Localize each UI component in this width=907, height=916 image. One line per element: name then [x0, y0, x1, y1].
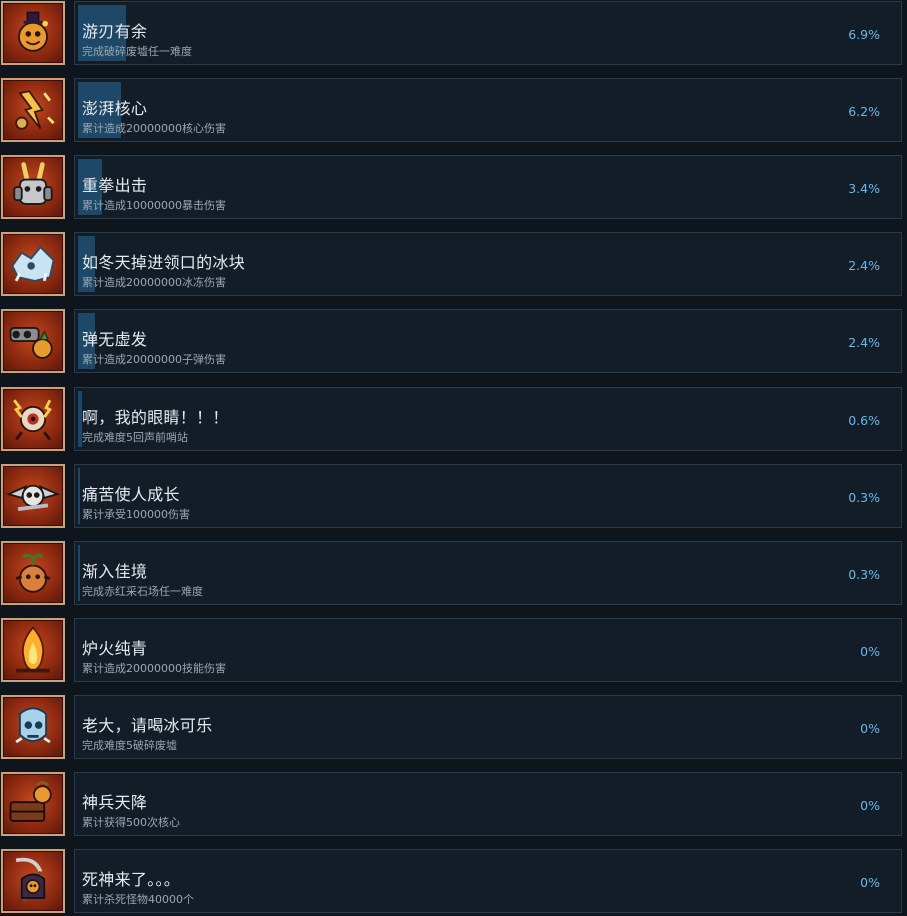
- achievement-row[interactable]: 澎湃核心累计造成20000000核心伤害 6.2%: [0, 77, 907, 145]
- achievement-row[interactable]: 啊，我的眼睛！！！ 完成难度5回声前哨站 0.6%: [0, 386, 907, 454]
- achievement-row[interactable]: 游刃有余完成破碎废墟任一难度 6.9%: [0, 0, 907, 68]
- achievement-title: 死神来了。。。: [82, 870, 181, 889]
- achievement-panel: 游刃有余完成破碎废墟任一难度 6.9%: [74, 1, 902, 65]
- achievement-panel: 啊，我的眼睛！！！ 完成难度5回声前哨站 0.6%: [74, 387, 902, 451]
- reaper-icon: [1, 849, 65, 913]
- unlock-percentage: 0%: [860, 875, 880, 890]
- achievement-row[interactable]: 渐入佳境完成赤红采石场任一难度 0.3%: [0, 540, 907, 608]
- achievement-row[interactable]: 死神来了。。。累计杀死怪物40000个 0%: [0, 848, 907, 916]
- achievement-description: 累计造成20000000子弹伤害: [82, 353, 226, 366]
- achievement-title: 游刃有余: [82, 22, 148, 41]
- unlock-percentage: 2.4%: [848, 335, 880, 350]
- achievement-panel: 炉火纯青累计造成20000000技能伤害 0%: [74, 618, 902, 682]
- achievement-panel: 重拳出击累计造成10000000暴击伤害 3.4%: [74, 155, 902, 219]
- achievement-row[interactable]: 弹无虚发累计造成20000000子弹伤害 2.4%: [0, 308, 907, 376]
- achievement-row[interactable]: 痛苦使人成长累计承受100000伤害 0.3%: [0, 463, 907, 531]
- flame-icon: [1, 618, 65, 682]
- achievement-panel: 死神来了。。。累计杀死怪物40000个 0%: [74, 849, 902, 913]
- gunner-icon: [1, 309, 65, 373]
- achievement-panel: 如冬天掉进领口的冰块累计造成20000000冰冻伤害 2.4%: [74, 232, 902, 296]
- achievement-row[interactable]: 如冬天掉进领口的冰块累计造成20000000冰冻伤害 2.4%: [0, 231, 907, 299]
- unlock-percentage: 0.6%: [848, 413, 880, 428]
- unlock-percentage: 6.9%: [848, 27, 880, 42]
- achievement-panel: 弹无虚发累计造成20000000子弹伤害 2.4%: [74, 309, 902, 373]
- achievement-title: 老大，请喝冰可乐: [82, 716, 213, 735]
- achievement-description: 累计杀死怪物40000个: [82, 893, 194, 906]
- unlock-percentage: 0%: [860, 644, 880, 659]
- achievement-description: 累计造成10000000暴击伤害: [82, 199, 226, 212]
- achievement-list: 游刃有余完成破碎废墟任一难度 6.9% 澎湃核心累计造成20000000核心伤害 6.…: [0, 0, 907, 916]
- armored-bunny-icon: [1, 155, 65, 219]
- achievement-description: 累计造成20000000冰冻伤害: [82, 276, 226, 289]
- achievement-title: 如冬天掉进领口的冰块: [82, 253, 246, 272]
- frozen-creature-icon: [1, 232, 65, 296]
- achievement-description: 完成难度5回声前哨站: [82, 431, 188, 444]
- achievement-panel: 渐入佳境完成赤红采石场任一难度 0.3%: [74, 541, 902, 605]
- achievement-panel: 神兵天降累计获得500次核心 0%: [74, 772, 902, 836]
- achievement-description: 完成破碎废墟任一难度: [82, 45, 192, 58]
- unlock-percentage: 6.2%: [848, 104, 880, 119]
- winged-skull-icon: [1, 464, 65, 528]
- achievement-description: 完成赤红采石场任一难度: [82, 585, 203, 598]
- unlock-rate-bar: [78, 468, 80, 524]
- achievement-description: 完成难度5破碎废墟: [82, 739, 177, 752]
- unlock-percentage: 0.3%: [848, 567, 880, 582]
- achievement-title: 炉火纯青: [82, 639, 148, 658]
- achievement-title: 神兵天降: [82, 793, 148, 812]
- ice-skull-icon: [1, 695, 65, 759]
- eye-monster-icon: [1, 387, 65, 451]
- unlock-percentage: 0%: [860, 798, 880, 813]
- achievement-row[interactable]: 重拳出击累计造成10000000暴击伤害 3.4%: [0, 154, 907, 222]
- achievement-panel: 痛苦使人成长累计承受100000伤害 0.3%: [74, 464, 902, 528]
- unlock-rate-bar: [78, 545, 80, 601]
- achievement-title: 渐入佳境: [82, 562, 148, 581]
- unlock-percentage: 0%: [860, 721, 880, 736]
- sprout-creature-icon: [1, 541, 65, 605]
- achievement-panel: 澎湃核心累计造成20000000核心伤害 6.2%: [74, 78, 902, 142]
- unlock-percentage: 3.4%: [848, 181, 880, 196]
- achievement-row[interactable]: 炉火纯青累计造成20000000技能伤害 0%: [0, 617, 907, 685]
- achievement-title: 澎湃核心: [82, 99, 148, 118]
- achievement-description: 累计造成20000000核心伤害: [82, 122, 226, 135]
- achievement-description: 累计获得500次核心: [82, 816, 180, 829]
- unlock-percentage: 0.3%: [848, 490, 880, 505]
- supply-crate-icon: [1, 772, 65, 836]
- achievement-title: 痛苦使人成长: [82, 485, 180, 504]
- unlock-percentage: 2.4%: [848, 258, 880, 273]
- achievement-row[interactable]: 神兵天降累计获得500次核心 0%: [0, 771, 907, 839]
- achievement-title: 弹无虚发: [82, 330, 148, 349]
- achievement-panel: 老大，请喝冰可乐完成难度5破碎废墟 0%: [74, 695, 902, 759]
- achievement-title: 重拳出击: [82, 176, 148, 195]
- achievement-row[interactable]: 老大，请喝冰可乐完成难度5破碎废墟 0%: [0, 694, 907, 762]
- achievement-description: 累计承受100000伤害: [82, 508, 190, 521]
- achievement-title: 啊，我的眼睛！！！: [82, 408, 229, 427]
- electric-core-icon: [1, 78, 65, 142]
- cookie-mascot-icon: [1, 1, 65, 65]
- achievement-description: 累计造成20000000技能伤害: [82, 662, 226, 675]
